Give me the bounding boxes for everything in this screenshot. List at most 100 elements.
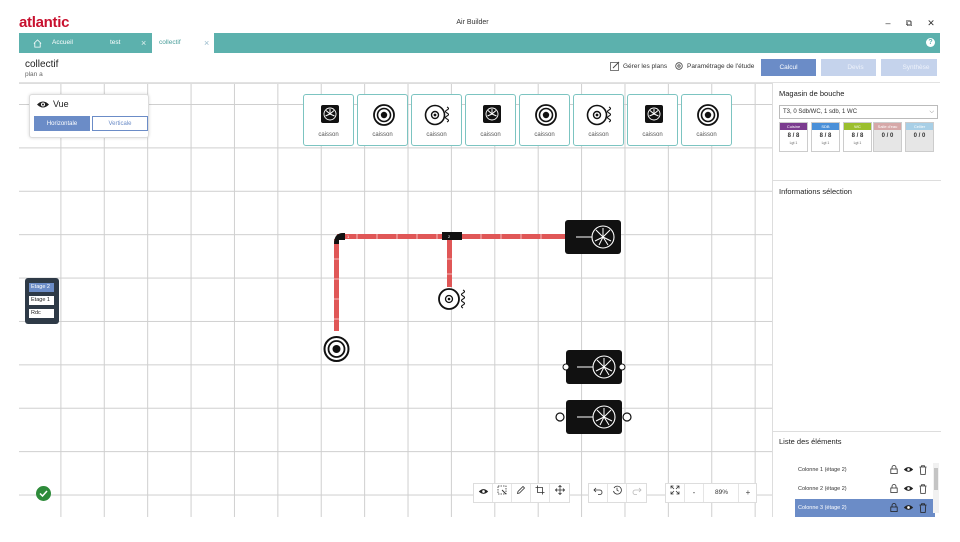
list-item-label: Colonne 1 (étage 2) bbox=[798, 467, 847, 473]
floor-etage-1[interactable]: Etage 1 bbox=[29, 296, 54, 305]
elements-scrollbar-thumb[interactable] bbox=[934, 468, 938, 490]
home-icon bbox=[33, 39, 42, 48]
close-window-button[interactable]: ✕ bbox=[925, 16, 937, 30]
status-ok-icon[interactable] bbox=[36, 486, 51, 501]
duct-network[interactable]: 1 2 bbox=[19, 84, 772, 517]
list-item-label: Colonne 2 (étage 2) bbox=[798, 486, 847, 492]
tab-close-icon[interactable]: × bbox=[204, 33, 209, 53]
crop-button[interactable] bbox=[531, 484, 550, 502]
store-title: Magasin de bouche bbox=[779, 89, 845, 98]
move-icon bbox=[554, 484, 565, 496]
plan-canvas[interactable]: Vue Horizontale Verticale caisson caisso… bbox=[19, 83, 772, 517]
manage-plans-button[interactable]: Gérer les plans bbox=[610, 60, 667, 74]
outlet-card-sub: Lgt 1 bbox=[789, 141, 798, 145]
outlet-card-head: Salle d'eau bbox=[874, 123, 901, 130]
minimize-button[interactable]: – bbox=[882, 16, 894, 30]
tab-test[interactable]: test × bbox=[103, 33, 153, 53]
app-window: atlantic Air Builder – ⧉ ✕ Accueil test … bbox=[0, 0, 960, 542]
quote-button[interactable]: Devis bbox=[821, 59, 876, 76]
study-settings-button[interactable]: Paramétrage de l'étude bbox=[674, 60, 754, 74]
eye-icon[interactable] bbox=[903, 466, 914, 473]
page-subtitle: plan a bbox=[25, 71, 43, 78]
right-panel: Magasin de bouche T3, 0 Sdb/WC, 1 sdb, 1… bbox=[772, 83, 941, 517]
redo-button[interactable] bbox=[627, 484, 646, 502]
history-button[interactable] bbox=[608, 484, 627, 502]
tab-label: test bbox=[110, 39, 121, 46]
divider bbox=[773, 431, 941, 432]
list-item[interactable]: Colonne 1 (étage 2) bbox=[795, 461, 935, 479]
tab-close-icon[interactable]: × bbox=[141, 33, 146, 53]
trash-icon[interactable] bbox=[919, 503, 927, 513]
list-item-selected[interactable]: Colonne 3 (étage 2) bbox=[795, 499, 935, 517]
move-button[interactable] bbox=[550, 484, 569, 502]
vent-coil-icon[interactable] bbox=[438, 288, 466, 310]
tab-accueil[interactable]: Accueil bbox=[31, 33, 103, 53]
fan-unit[interactable] bbox=[555, 400, 632, 434]
eye-icon[interactable] bbox=[903, 485, 914, 492]
toggle-visibility-button[interactable] bbox=[474, 484, 493, 502]
redo-icon bbox=[632, 487, 642, 495]
floor-rdc[interactable]: Rdc bbox=[29, 309, 54, 318]
crop-icon bbox=[535, 485, 545, 495]
edit-icon bbox=[610, 61, 620, 72]
summary-label: Synthèse bbox=[902, 64, 930, 71]
outlet-card-sub: Lgt 1 bbox=[853, 141, 862, 145]
outlet-card-value: 8 / 8 bbox=[819, 133, 832, 139]
page-title: collectif bbox=[25, 59, 59, 70]
undo-button[interactable] bbox=[589, 484, 608, 502]
select-value: T3, 0 Sdb/WC, 1 sdb, 1 WC bbox=[783, 109, 858, 115]
outlet-card-salle-eau[interactable]: Salle d'eau 0 / 0 bbox=[873, 122, 902, 152]
pencil-icon bbox=[516, 485, 526, 495]
help-icon[interactable]: ? bbox=[926, 38, 935, 47]
zoom-level: 89% bbox=[714, 489, 728, 496]
selection-info-title: Informations sélection bbox=[779, 187, 852, 196]
summary-button[interactable]: Synthèse bbox=[881, 59, 937, 76]
fit-to-screen-button[interactable] bbox=[666, 484, 685, 502]
project-header: collectif plan a Gérer les plans Paramét… bbox=[19, 53, 940, 83]
zoom-in-button[interactable]: + bbox=[738, 484, 757, 502]
tab-label: Accueil bbox=[52, 39, 73, 46]
restore-button[interactable]: ⧉ bbox=[903, 16, 915, 30]
tab-bar: Accueil test × collectif × ? bbox=[19, 33, 940, 53]
edit-toolbar bbox=[473, 483, 570, 503]
elements-list-title: Liste des éléments bbox=[779, 437, 842, 446]
title-bar: atlantic Air Builder – ⧉ ✕ bbox=[0, 14, 945, 32]
window-title: Air Builder bbox=[456, 19, 489, 26]
outlet-card-wc[interactable]: WC 8 / 8 Lgt 1 bbox=[843, 122, 872, 152]
trash-icon[interactable] bbox=[919, 484, 927, 494]
outlet-card-head: SDB bbox=[812, 123, 839, 130]
eye-icon[interactable] bbox=[903, 504, 914, 511]
floor-etage-2[interactable]: Etage 2 bbox=[29, 283, 54, 292]
dwelling-type-select[interactable]: T3, 0 Sdb/WC, 1 sdb, 1 WC ⌵ bbox=[779, 105, 938, 119]
tab-label: collectif bbox=[159, 39, 181, 46]
outlet-card-value: 8 / 8 bbox=[851, 133, 864, 139]
outlet-card-cellier[interactable]: Cellier 0 / 0 bbox=[905, 122, 934, 152]
duct-segment[interactable]: 1 2 bbox=[334, 232, 565, 331]
trash-icon[interactable] bbox=[919, 465, 927, 475]
fan-unit[interactable] bbox=[565, 220, 621, 254]
outlet-card-head: Cellier bbox=[906, 123, 933, 130]
draw-button[interactable] bbox=[512, 484, 531, 502]
quote-label: Devis bbox=[847, 64, 864, 71]
outlet-card-head: Cuisine bbox=[780, 123, 807, 130]
floor-selector: Etage 2 Etage 1 Rdc bbox=[25, 278, 59, 324]
fit-screen-icon bbox=[670, 485, 680, 495]
fan-unit[interactable] bbox=[562, 350, 626, 384]
undo-icon bbox=[593, 487, 603, 495]
outlet-card-sdb[interactable]: SDB 8 / 8 Lgt 1 bbox=[811, 122, 840, 152]
history-icon bbox=[613, 485, 622, 495]
lock-icon[interactable] bbox=[890, 484, 898, 493]
history-toolbar bbox=[588, 483, 647, 503]
calc-button[interactable]: Calcul bbox=[761, 59, 816, 76]
outlet-card-cuisine[interactable]: Cuisine 8 / 8 Lgt 1 bbox=[779, 122, 808, 152]
tab-collectif[interactable]: collectif × bbox=[152, 33, 214, 53]
list-item-label: Colonne 3 (étage 2) bbox=[798, 505, 847, 511]
outlet-card-value: 0 / 0 bbox=[913, 133, 926, 139]
zoom-toolbar: - 89% + bbox=[665, 483, 757, 503]
lock-icon[interactable] bbox=[890, 503, 898, 512]
select-area-button[interactable] bbox=[493, 484, 512, 502]
list-item[interactable]: Colonne 2 (étage 2) bbox=[795, 480, 935, 498]
vent-round-icon[interactable] bbox=[323, 336, 350, 362]
zoom-out-button[interactable]: - bbox=[685, 484, 704, 502]
lock-icon[interactable] bbox=[890, 465, 898, 474]
